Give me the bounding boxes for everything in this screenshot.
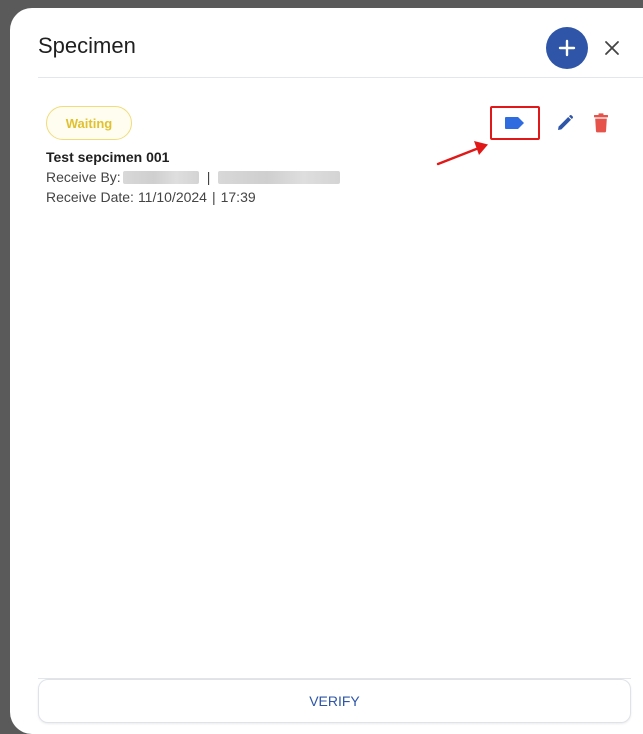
receive-date-line: Receive Date: 11/10/2024 | 17:39 bbox=[46, 189, 256, 205]
add-specimen-button[interactable] bbox=[546, 27, 588, 69]
close-button[interactable] bbox=[600, 36, 624, 60]
receive-date-separator: | bbox=[211, 189, 216, 205]
dialog-header: Specimen bbox=[38, 8, 643, 78]
specimen-list-item: Waiting Test sepcimen 001 Receive By: | … bbox=[46, 104, 626, 224]
receive-by-separator: | bbox=[206, 169, 211, 185]
delete-button[interactable] bbox=[576, 106, 626, 140]
receive-time-value: 17:39 bbox=[220, 189, 256, 205]
plus-icon bbox=[558, 39, 576, 57]
specimen-name: Test sepcimen 001 bbox=[46, 149, 170, 165]
tag-button[interactable] bbox=[490, 106, 540, 140]
specimen-dialog: Specimen Waiting Test sepcimen 001 Recei… bbox=[10, 8, 643, 734]
redacted-receiver-detail bbox=[218, 170, 341, 184]
receive-by-label: Receive By: bbox=[46, 169, 121, 185]
receive-date-value: 11/10/2024 bbox=[137, 189, 207, 205]
dialog-footer: VERIFY bbox=[38, 678, 631, 723]
status-badge: Waiting bbox=[46, 106, 132, 140]
redacted-receiver-name bbox=[122, 170, 199, 184]
receive-date-label: Receive Date: bbox=[46, 189, 134, 205]
annotation-arrow-icon bbox=[436, 141, 488, 166]
trash-icon bbox=[594, 113, 608, 133]
verify-button[interactable]: VERIFY bbox=[38, 679, 631, 723]
close-icon bbox=[605, 41, 619, 55]
pencil-icon bbox=[558, 114, 574, 130]
dialog-title: Specimen bbox=[38, 33, 136, 58]
label-tag-icon bbox=[505, 117, 524, 129]
receive-by-line: Receive By: | bbox=[46, 169, 341, 185]
